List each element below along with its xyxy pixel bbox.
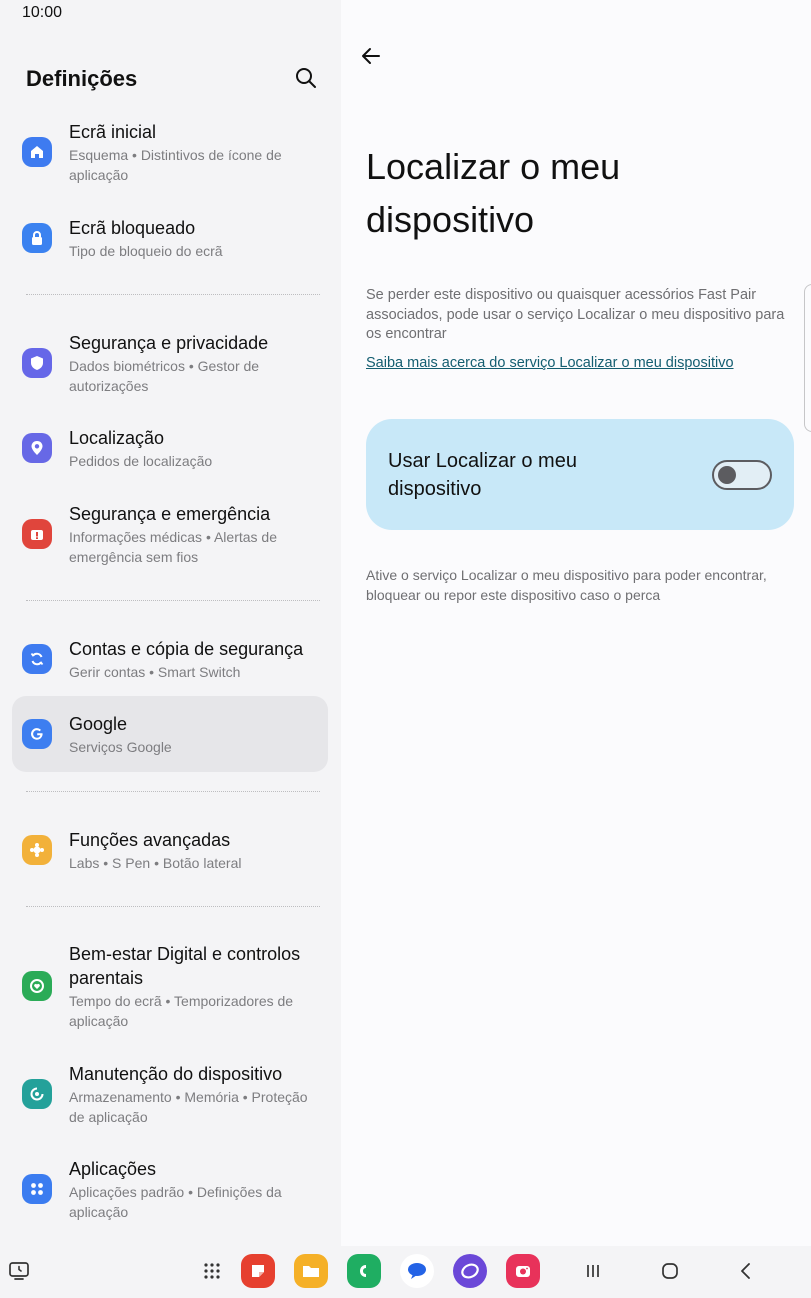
item-title: Contas e cópia de segurança	[69, 639, 304, 659]
item-subtitle: Tempo do ecrã • Temporizadores de aplica…	[69, 993, 294, 1029]
edge-panel-handle[interactable]	[804, 284, 811, 432]
screen: 10:00 Definições Ecrã inicial Esquema • …	[0, 0, 811, 1298]
home-button[interactable]	[653, 1254, 687, 1288]
settings-item-apps[interactable]: Aplicações Aplicações padrão • Definiçõe…	[12, 1157, 328, 1221]
app-drawer-icon[interactable]	[195, 1254, 229, 1288]
find-my-device-toggle-card[interactable]: Usar Localizar o meu dispositivo	[366, 419, 794, 530]
find-my-device-switch[interactable]	[712, 460, 772, 490]
item-subtitle: Tipo de bloqueio do ecrã	[69, 243, 223, 259]
home-icon	[22, 137, 52, 167]
detail-description: Se perder este dispositivo ou quaisquer …	[366, 287, 785, 342]
learn-more-link[interactable]: Saiba mais acerca do serviço Localizar o…	[366, 355, 734, 371]
page-title: Definições	[26, 66, 138, 91]
gear-puzzle-icon	[22, 835, 52, 865]
settings-item-lock-screen[interactable]: Ecrã bloqueado Tipo de bloqueio do ecrã	[12, 216, 328, 260]
item-subtitle: Aplicações padrão • Definições da aplica…	[69, 1184, 282, 1220]
lock-icon	[22, 223, 52, 253]
item-title: Funções avançadas	[69, 830, 231, 850]
search-icon[interactable]	[294, 66, 318, 90]
settings-item-security-privacy[interactable]: Segurança e privacidade Dados biométrico…	[12, 331, 328, 395]
item-title: Ecrã bloqueado	[69, 218, 196, 238]
item-subtitle: Labs • S Pen • Botão lateral	[69, 855, 242, 871]
detail-panel: Localizar o meu dispositivo Se perder es…	[341, 0, 811, 1246]
google-icon	[22, 719, 52, 749]
messages-icon[interactable]	[400, 1254, 434, 1288]
settings-item-accounts-backup[interactable]: Contas e cópia de segurança Gerir contas…	[12, 637, 328, 681]
emergency-icon	[22, 519, 52, 549]
item-subtitle: Serviços Google	[69, 739, 172, 755]
location-pin-icon	[22, 433, 52, 463]
back-button[interactable]	[729, 1254, 763, 1288]
settings-item-digital-wellbeing[interactable]: Bem-estar Digital e controlos parentais …	[12, 942, 328, 1030]
back-arrow-icon[interactable]	[359, 44, 383, 68]
wellbeing-icon	[22, 971, 52, 1001]
item-subtitle: Armazenamento • Memória • Proteção de ap…	[69, 1089, 308, 1125]
divider	[26, 906, 320, 907]
item-subtitle: Informações médicas • Alertas de emergên…	[69, 529, 277, 565]
samsung-internet-icon[interactable]	[453, 1254, 487, 1288]
settings-item-advanced-features[interactable]: Funções avançadas Labs • S Pen • Botão l…	[12, 828, 328, 872]
settings-item-location[interactable]: Localização Pedidos de localização	[12, 426, 328, 470]
item-title: Ecrã inicial	[69, 122, 157, 142]
divider	[26, 791, 320, 792]
item-title: Google	[69, 714, 128, 734]
shield-icon	[22, 348, 52, 378]
device-care-icon	[22, 1079, 52, 1109]
my-files-icon[interactable]	[294, 1254, 328, 1288]
settings-item-home-screen[interactable]: Ecrã inicial Esquema • Distintivos de íc…	[12, 120, 328, 184]
item-subtitle: Dados biométricos • Gestor de autorizaçõ…	[69, 358, 260, 394]
camera-icon[interactable]	[506, 1254, 540, 1288]
samsung-notes-icon[interactable]	[241, 1254, 275, 1288]
taskbar	[0, 1246, 811, 1298]
item-subtitle: Esquema • Distintivos de ícone de aplica…	[69, 147, 282, 183]
toggle-label: Usar Localizar o meu dispositivo	[388, 450, 577, 500]
item-title: Segurança e privacidade	[69, 333, 269, 353]
divider	[26, 294, 320, 295]
status-time: 10:00	[22, 4, 63, 21]
recents-button[interactable]	[576, 1254, 610, 1288]
item-subtitle: Pedidos de localização	[69, 453, 213, 469]
detail-note: Ative o serviço Localizar o meu disposit…	[366, 567, 767, 603]
divider	[26, 600, 320, 601]
item-title: Manutenção do dispositivo	[69, 1064, 283, 1084]
item-title: Bem-estar Digital e controlos parentais	[69, 944, 301, 988]
item-subtitle: Gerir contas • Smart Switch	[69, 664, 241, 680]
settings-item-safety-emergency[interactable]: Segurança e emergência Informações médic…	[12, 502, 328, 566]
settings-item-device-care[interactable]: Manutenção do dispositivo Armazenamento …	[12, 1062, 328, 1126]
sync-icon	[22, 644, 52, 674]
detail-title: Localizar o meu dispositivo	[366, 146, 621, 240]
switch-knob	[718, 466, 736, 484]
apps-icon	[22, 1174, 52, 1204]
settings-panel: Definições Ecrã inicial Esquema • Distin…	[0, 26, 341, 1246]
item-title: Localização	[69, 428, 165, 448]
item-title: Segurança e emergência	[69, 504, 271, 524]
phone-icon[interactable]	[347, 1254, 381, 1288]
settings-item-google[interactable]: Google Serviços Google	[12, 696, 328, 772]
item-title: Aplicações	[69, 1159, 157, 1179]
recent-apps-tray-icon[interactable]	[2, 1254, 36, 1288]
